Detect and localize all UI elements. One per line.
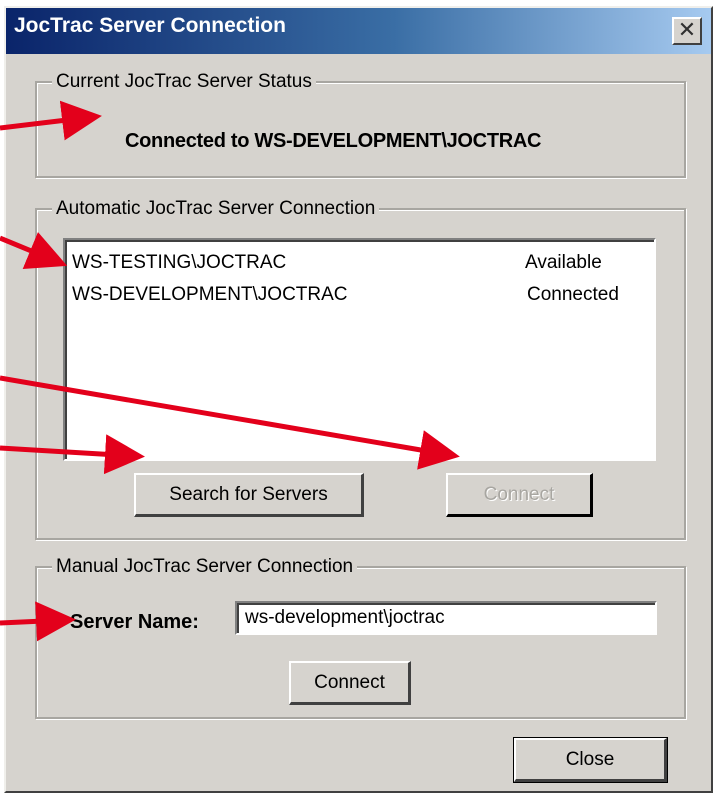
red-annotation-arrow xyxy=(0,232,68,270)
red-annotation-arrow xyxy=(0,434,145,475)
red-annotation-arrow xyxy=(0,100,102,141)
red-annotation-arrow xyxy=(0,375,460,470)
annotation-arrows xyxy=(0,100,460,642)
red-annotation-arrow xyxy=(0,601,76,642)
